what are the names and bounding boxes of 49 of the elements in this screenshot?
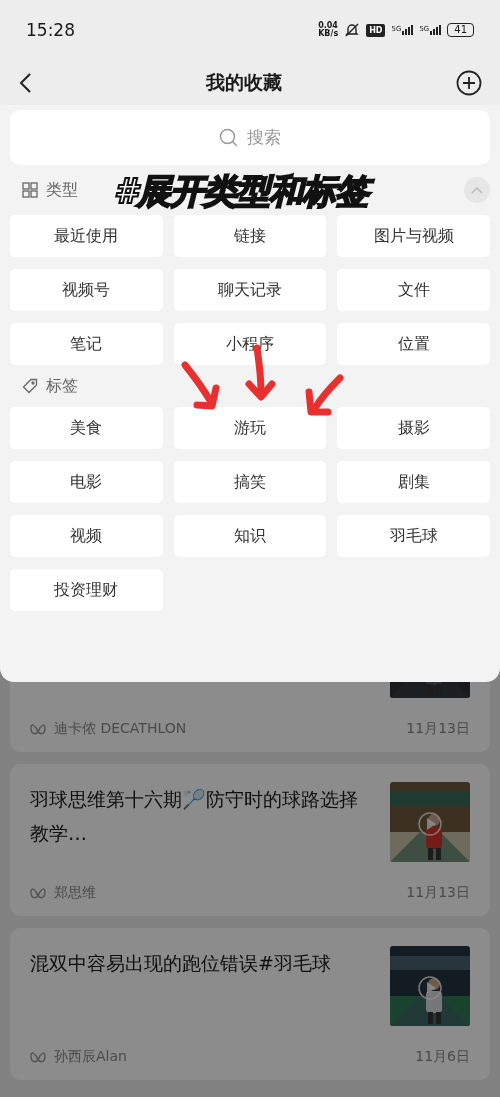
type-chip[interactable]: 文件 [337, 269, 490, 311]
favorite-card[interactable]: 混双中容易出现的跑位错误#羽毛球 孙西辰Alan 11月6日 [10, 928, 490, 1080]
date-label: 11月6日 [415, 1048, 470, 1066]
author-name: 孙西辰Alan [54, 1048, 127, 1066]
network-speed: 0.04 KB/s [318, 22, 339, 38]
butterfly-icon [30, 1050, 46, 1064]
arrow-drawing [305, 374, 344, 416]
chevron-icon [471, 186, 483, 194]
butterfly-icon [30, 722, 46, 736]
author-name: 郑思维 [54, 884, 96, 902]
arrow-drawing [181, 361, 220, 410]
type-chip[interactable]: 小程序 [173, 323, 327, 365]
author-name: 迪卡侬 DECATHLON [54, 720, 187, 738]
tag-chip[interactable]: 投资理财 [10, 569, 163, 611]
tag-chip[interactable]: 搞笑 [173, 461, 327, 503]
section-title: 标签 [46, 375, 78, 397]
back-icon[interactable] [18, 71, 32, 94]
section-title: 类型 [46, 179, 78, 201]
type-chip[interactable]: 链接 [173, 215, 327, 257]
tag-chip[interactable]: 视频 [10, 515, 163, 557]
tag-icon [22, 378, 38, 394]
type-chip[interactable]: 最近使用 [10, 215, 163, 257]
favorite-card[interactable]: 羽球思维第十六期🏸防守时的球路选择教学… 郑思维 11月13日 [10, 764, 490, 916]
battery-icon: 41 [447, 23, 474, 37]
type-chip[interactable]: 视频号 [10, 269, 163, 311]
tag-chip[interactable]: 游玩 [173, 407, 327, 449]
caption-overlay: #展开类型和标签 [108, 168, 378, 214]
tag-chip[interactable]: 美食 [10, 407, 163, 449]
tag-chip[interactable]: 摄影 [337, 407, 490, 449]
butterfly-icon [30, 886, 46, 900]
search-icon [219, 127, 239, 148]
hd-badge: HD [366, 23, 386, 37]
grid-icon [22, 182, 38, 198]
clock: 15:28 [26, 20, 76, 40]
type-chip[interactable]: 图片与视频 [337, 215, 490, 257]
type-chip[interactable]: 聊天记录 [173, 269, 327, 311]
tag-chip[interactable]: 知识 [173, 515, 327, 557]
type-chip[interactable]: 位置 [337, 323, 490, 365]
tag-chip[interactable]: 羽毛球 [337, 515, 490, 557]
mute-icon [344, 22, 361, 38]
date-label: 11月13日 [406, 884, 470, 902]
add-icon[interactable] [456, 69, 482, 96]
tag-chip[interactable]: 剧集 [337, 461, 490, 503]
tag-chip[interactable]: 电影 [10, 461, 163, 503]
page-title: 我的收藏 [205, 69, 283, 95]
card-title: 羽球思维第十六期🏸防守时的球路选择教学… [30, 787, 359, 846]
type-chip[interactable]: 笔记 [10, 323, 163, 365]
date-label: 11月13日 [406, 720, 470, 738]
card-title: 混双中容易出现的跑位错误#羽毛球 [30, 951, 332, 976]
